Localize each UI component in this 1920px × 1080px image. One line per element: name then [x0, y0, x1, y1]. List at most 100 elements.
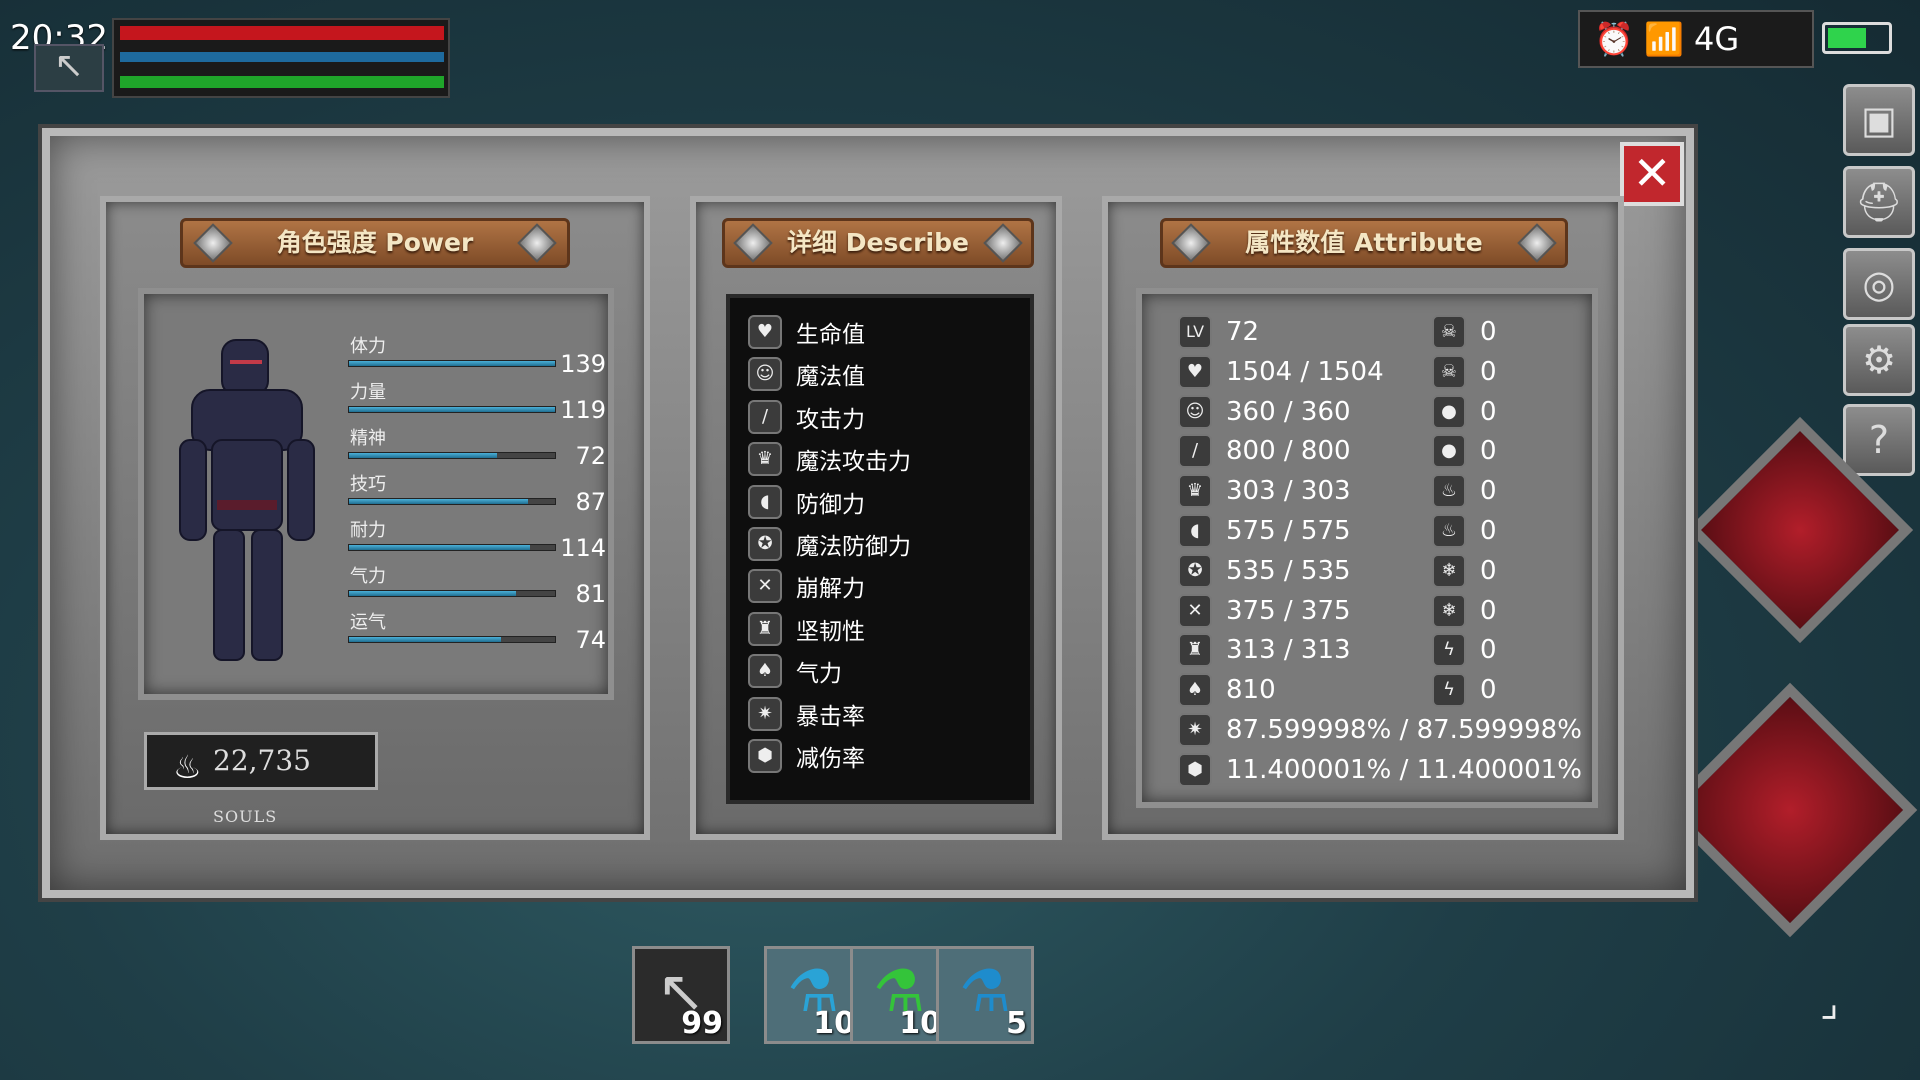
- attribute-value: 72: [1226, 317, 1260, 347]
- break-icon: ✕: [748, 569, 782, 604]
- describe-title: 详细 Describe: [787, 228, 969, 257]
- stat-bar-fill: [349, 637, 502, 642]
- hotbar-slot-potion-3[interactable]: ⚗ 5: [936, 946, 1034, 1044]
- describe-item: ♜ 坚韧性: [748, 611, 865, 647]
- close-button[interactable]: ✕: [1620, 142, 1684, 206]
- attribute-value: 575 / 575: [1226, 516, 1351, 546]
- attribute-row: ♛ 303 / 303: [1178, 473, 1351, 509]
- attribute-banner: 属性数值 Attribute: [1160, 218, 1568, 268]
- fire-icon: ♨: [1432, 474, 1466, 509]
- describe-item: / 攻击力: [748, 399, 865, 435]
- stat-bar: [348, 406, 556, 413]
- resistance-row: ♨ 0: [1432, 513, 1497, 549]
- attribute-row: ♠ 810: [1178, 672, 1276, 708]
- resistance-row: ♨ 0: [1432, 473, 1497, 509]
- hotbar-slot-arrow[interactable]: ↖ 99: [632, 946, 730, 1044]
- describe-item: ◖ 防御力: [748, 484, 865, 520]
- stat-label: 力量: [350, 382, 386, 403]
- describe-label: 魔法防御力: [796, 534, 911, 560]
- attribute-row: ✪ 535 / 535: [1178, 553, 1351, 589]
- stat-value: 114: [560, 534, 606, 562]
- resistance-row: ☠ 0: [1432, 314, 1497, 350]
- souls-flame-icon: ♨: [173, 748, 202, 786]
- describe-label: 坚韧性: [796, 618, 865, 645]
- character-model: [179, 339, 315, 661]
- attribute-value: 375 / 375: [1226, 595, 1351, 626]
- resize-icon[interactable]: ⌟: [1820, 980, 1900, 1060]
- souls-unit: SOULS: [213, 807, 278, 826]
- souls-counter: ♨ 22,735 SOULS: [144, 732, 378, 826]
- power-title: 角色强度 Power: [276, 228, 474, 257]
- crit-icon: ✷: [748, 696, 782, 731]
- stat-value: 87: [575, 488, 606, 516]
- back-arrow-icon[interactable]: ↖: [34, 44, 104, 92]
- inventory-button[interactable]: ▣: [1843, 84, 1915, 156]
- stat-bar-fill: [349, 407, 555, 412]
- resistance-value: 0: [1480, 635, 1497, 666]
- heart-icon: ♥: [1178, 354, 1212, 389]
- stat-value: 74: [575, 626, 606, 654]
- describe-label: 暴击率: [796, 703, 865, 730]
- stat-label: 精神: [350, 428, 386, 449]
- describe-item: ✕ 崩解力: [748, 568, 865, 604]
- stat-value: 139: [560, 350, 606, 378]
- describe-label: 生命值: [796, 322, 865, 348]
- magic-attack-icon: ♛: [748, 442, 782, 477]
- resistance-row: ϟ0: [1432, 632, 1497, 668]
- shield-icon: ◖: [748, 484, 782, 519]
- describe-item: ✪ 魔法防御力: [748, 526, 911, 562]
- stat-bar: [348, 636, 556, 643]
- mind-icon: ☺: [1178, 394, 1212, 429]
- status-text: ⏰ 📶 4G: [1594, 20, 1740, 58]
- stat-label: 体力: [350, 336, 386, 357]
- potion-1-count: 10: [813, 1006, 855, 1041]
- attribute-row: ✕ 375 / 375: [1178, 593, 1351, 629]
- magic-defense-icon: ✪: [748, 527, 782, 561]
- describe-item: ♛ 魔法攻击力: [748, 441, 911, 477]
- describe-label: 崩解力: [796, 576, 865, 603]
- resistance-value: 0: [1480, 595, 1497, 626]
- settings-button[interactable]: ⚙: [1843, 324, 1915, 396]
- attribute-value: 810: [1226, 675, 1276, 706]
- resistance-value: 0: [1480, 476, 1497, 507]
- describe-label: 防御力: [796, 491, 865, 518]
- attribute-value: 535 / 535: [1226, 555, 1351, 586]
- attack-action-button[interactable]: [1662, 682, 1918, 938]
- bleed-icon: ●: [1432, 394, 1466, 429]
- vital-bars: [112, 18, 450, 98]
- attribute-row: ♥ 1504 / 1504: [1178, 354, 1384, 390]
- resistance-value: 0: [1480, 516, 1497, 546]
- resistance-value: 0: [1480, 555, 1497, 586]
- fire-resist-icon: ♨: [1432, 514, 1466, 548]
- stat-bar: [348, 498, 556, 505]
- mana-bar: [120, 52, 444, 62]
- resistance-row: ● 0: [1432, 433, 1497, 469]
- describe-item: ♠ 气力: [748, 653, 842, 689]
- stat-value: 81: [575, 580, 606, 608]
- souls-amount: 22,735: [213, 744, 311, 777]
- resistance-value: 0: [1480, 317, 1497, 347]
- hotbar-slot-potion-1[interactable]: ⚗ 10: [764, 946, 862, 1044]
- stat-bar-fill: [349, 591, 516, 596]
- attribute-row: ⬢ 11.400001% / 11.400001%: [1178, 752, 1582, 788]
- attribute-row: LV 72: [1178, 314, 1259, 350]
- stat-bar-fill: [349, 361, 555, 366]
- sword-icon: /: [748, 399, 782, 434]
- help-button[interactable]: ?: [1843, 404, 1915, 476]
- helmet-button[interactable]: ⛑: [1843, 166, 1915, 238]
- lungs-icon: ♠: [1178, 673, 1212, 708]
- describe-item: ♥ 生命值: [748, 314, 865, 350]
- bleed-resist-icon: ●: [1432, 434, 1466, 469]
- magic-defense-icon: ✪: [1178, 553, 1212, 588]
- attribute-row: ☺ 360 / 360: [1178, 394, 1351, 430]
- attribute-value: 303 / 303: [1226, 476, 1351, 507]
- level-icon: LV: [1178, 315, 1212, 349]
- describe-label: 魔法值: [796, 364, 865, 391]
- map-button[interactable]: ◎: [1843, 248, 1915, 320]
- arrow-count: 99: [681, 1006, 723, 1041]
- heart-icon: ♥: [748, 315, 782, 349]
- hotbar-slot-potion-2[interactable]: ⚗ 10: [850, 946, 948, 1044]
- attribute-value: 800 / 800: [1226, 436, 1351, 467]
- attribute-value: 360 / 360: [1226, 396, 1351, 427]
- stat-bar: [348, 544, 556, 551]
